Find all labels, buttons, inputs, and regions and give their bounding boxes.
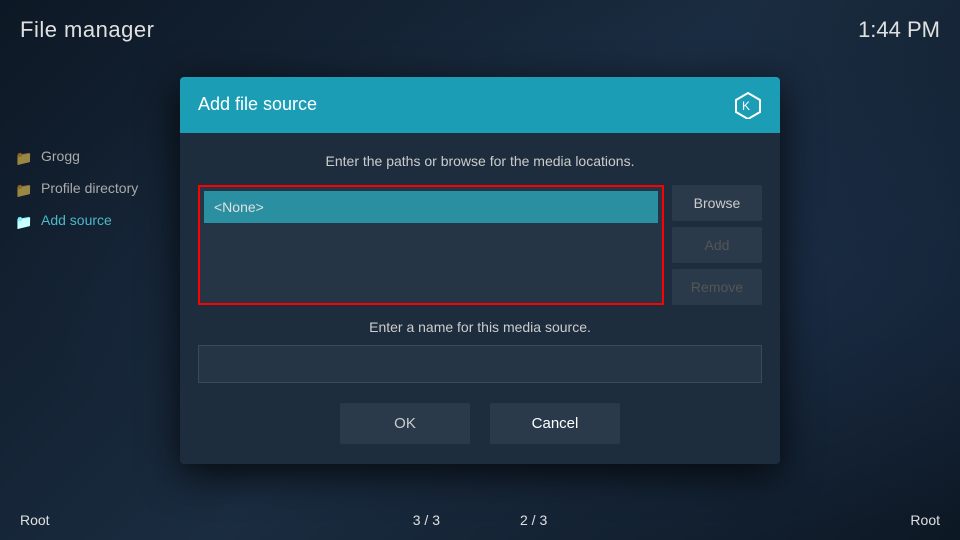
source-row: <None> Browse Add Remove bbox=[198, 185, 762, 305]
modal-title: Add file source bbox=[198, 94, 317, 115]
dialog-buttons: OK Cancel bbox=[198, 403, 762, 444]
modal-instruction: Enter the paths or browse for the media … bbox=[198, 153, 762, 169]
ok-button[interactable]: OK bbox=[340, 403, 470, 444]
source-input-area: <None> bbox=[198, 185, 664, 305]
cancel-button[interactable]: Cancel bbox=[490, 403, 620, 444]
name-instruction: Enter a name for this media source. bbox=[198, 319, 762, 335]
modal-body: Enter the paths or browse for the media … bbox=[180, 133, 780, 464]
svg-text:K: K bbox=[742, 99, 750, 113]
browse-button[interactable]: Browse bbox=[672, 185, 762, 221]
add-button[interactable]: Add bbox=[672, 227, 762, 263]
kodi-logo-icon: K bbox=[734, 91, 762, 119]
name-section: Enter a name for this media source. bbox=[198, 319, 762, 383]
source-buttons: Browse Add Remove bbox=[672, 185, 762, 305]
name-input[interactable] bbox=[198, 345, 762, 383]
modal-overlay: Add file source K Enter the paths or bro… bbox=[0, 0, 960, 540]
modal-header: Add file source K bbox=[180, 77, 780, 133]
remove-button[interactable]: Remove bbox=[672, 269, 762, 305]
source-path-input[interactable]: <None> bbox=[204, 191, 658, 223]
add-file-source-modal: Add file source K Enter the paths or bro… bbox=[180, 77, 780, 464]
